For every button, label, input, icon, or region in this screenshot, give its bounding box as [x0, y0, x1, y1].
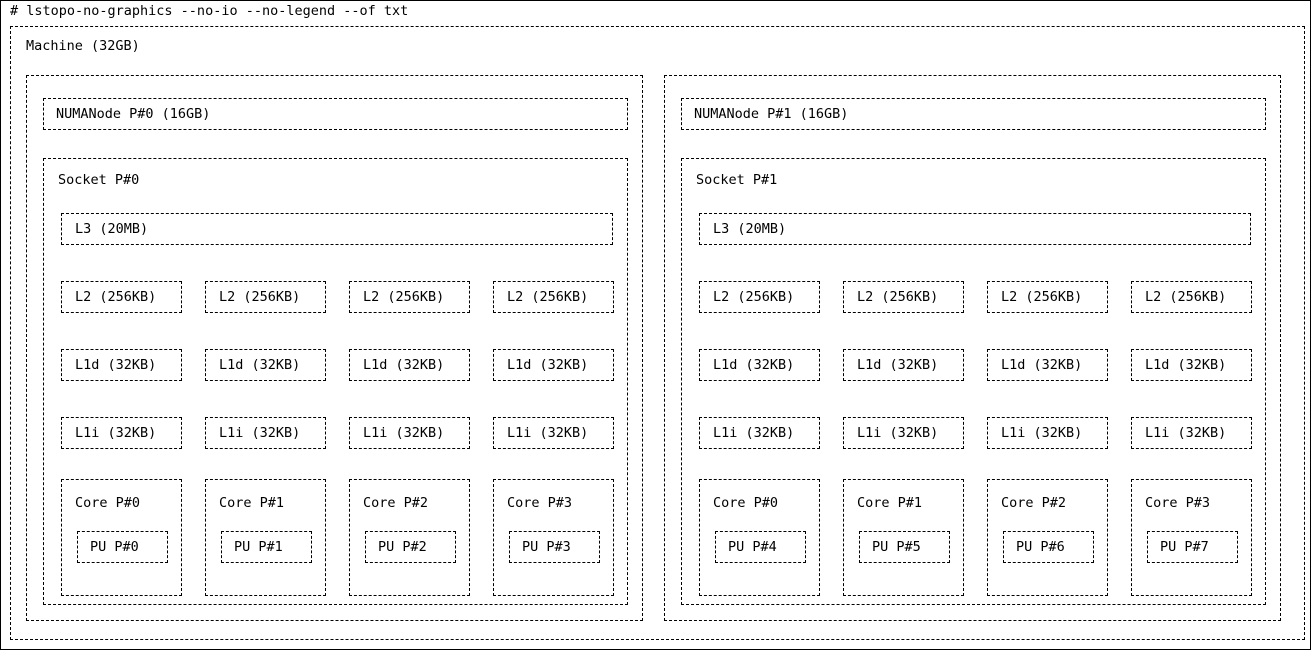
numanode-label-1: NUMANode P#1 (16GB) [694, 106, 849, 122]
numanode-label-0: NUMANode P#0 (16GB) [56, 106, 211, 122]
core-box-1-1: Core P#1 PU P#5 [843, 479, 964, 596]
l3-cache-label-0: L3 (20MB) [75, 221, 149, 237]
l2-cache-label-1-0: L2 (256KB) [713, 289, 795, 305]
pu-box-0-2: PU P#2 [365, 531, 456, 563]
l2-cache-label-0-3: L2 (256KB) [507, 289, 589, 305]
pu-box-0-3: PU P#3 [509, 531, 600, 563]
core-label-0-2: Core P#2 [363, 495, 429, 511]
machine-box: Machine (32GB) NUMANode P#0 (16GB) Socke… [10, 26, 1305, 640]
pu-label-0-2: PU P#2 [378, 539, 427, 555]
l1i-cache-box-0-3: L1i (32KB) [493, 417, 614, 449]
lstopo-topology-view: # lstopo-no-graphics --no-io --no-legend… [0, 0, 1311, 650]
core-label-1-3: Core P#3 [1145, 495, 1211, 511]
l1i-cache-box-1-2: L1i (32KB) [987, 417, 1108, 449]
l1i-cache-box-1-1: L1i (32KB) [843, 417, 964, 449]
l1d-cache-box-1-1: L1d (32KB) [843, 349, 964, 381]
l3-cache-box-0: L3 (20MB) [61, 213, 613, 245]
core-box-1-2: Core P#2 PU P#6 [987, 479, 1108, 596]
core-box-1-3: Core P#3 PU P#7 [1131, 479, 1252, 596]
pu-label-0-0: PU P#0 [90, 539, 139, 555]
l1d-cache-box-0-2: L1d (32KB) [349, 349, 470, 381]
l1d-cache-label-1-3: L1d (32KB) [1145, 357, 1227, 373]
numa-group-1: NUMANode P#1 (16GB) Socket P#1 L3 (20MB)… [664, 75, 1281, 621]
l1d-cache-box-0-1: L1d (32KB) [205, 349, 326, 381]
numa-group-0: NUMANode P#0 (16GB) Socket P#0 L3 (20MB)… [26, 75, 643, 621]
l2-cache-box-1-2: L2 (256KB) [987, 281, 1108, 313]
l1d-cache-box-0-3: L1d (32KB) [493, 349, 614, 381]
machine-label: Machine (32GB) [26, 38, 140, 54]
l1d-cache-label-1-0: L1d (32KB) [713, 357, 795, 373]
pu-label-0-1: PU P#1 [234, 539, 283, 555]
l1i-cache-label-1-2: L1i (32KB) [1001, 425, 1083, 441]
pu-box-0-0: PU P#0 [77, 531, 168, 563]
pu-box-0-1: PU P#1 [221, 531, 312, 563]
l2-cache-box-1-1: L2 (256KB) [843, 281, 964, 313]
l1i-cache-box-1-3: L1i (32KB) [1131, 417, 1252, 449]
l1i-cache-label-1-1: L1i (32KB) [857, 425, 939, 441]
core-box-0-1: Core P#1 PU P#1 [205, 479, 326, 596]
l2-cache-label-1-2: L2 (256KB) [1001, 289, 1083, 305]
l1i-cache-box-0-2: L1i (32KB) [349, 417, 470, 449]
core-box-0-0: Core P#0 PU P#0 [61, 479, 182, 596]
l1d-cache-label-0-3: L1d (32KB) [507, 357, 589, 373]
core-label-1-0: Core P#0 [713, 495, 779, 511]
l1i-cache-label-0-1: L1i (32KB) [219, 425, 301, 441]
pu-label-1-0: PU P#4 [728, 539, 777, 555]
l1d-cache-label-0-1: L1d (32KB) [219, 357, 301, 373]
l2-cache-box-0-2: L2 (256KB) [349, 281, 470, 313]
l1d-cache-label-1-2: L1d (32KB) [1001, 357, 1083, 373]
l1i-cache-label-1-0: L1i (32KB) [713, 425, 795, 441]
core-box-0-3: Core P#3 PU P#3 [493, 479, 614, 596]
l2-cache-label-1-3: L2 (256KB) [1145, 289, 1227, 305]
l1i-cache-label-0-2: L1i (32KB) [363, 425, 445, 441]
l1d-cache-label-0-2: L1d (32KB) [363, 357, 445, 373]
l3-cache-label-1: L3 (20MB) [713, 221, 787, 237]
pu-box-1-1: PU P#5 [859, 531, 950, 563]
core-label-0-3: Core P#3 [507, 495, 573, 511]
pu-label-0-3: PU P#3 [522, 539, 571, 555]
l2-cache-label-0-2: L2 (256KB) [363, 289, 445, 305]
l2-cache-box-1-0: L2 (256KB) [699, 281, 820, 313]
l2-cache-box-0-1: L2 (256KB) [205, 281, 326, 313]
socket-box-1: Socket P#1 L3 (20MB) L2 (256KB) L2 (256K… [681, 158, 1266, 605]
core-label-0-1: Core P#1 [219, 495, 285, 511]
socket-label-0: Socket P#0 [58, 172, 140, 188]
pu-box-1-3: PU P#7 [1147, 531, 1238, 563]
core-label-0-0: Core P#0 [75, 495, 141, 511]
l1i-cache-box-0-0: L1i (32KB) [61, 417, 182, 449]
l1d-cache-label-1-1: L1d (32KB) [857, 357, 939, 373]
l2-cache-label-0-0: L2 (256KB) [75, 289, 157, 305]
l1i-cache-label-0-3: L1i (32KB) [507, 425, 589, 441]
l1d-cache-box-1-0: L1d (32KB) [699, 349, 820, 381]
core-box-0-2: Core P#2 PU P#2 [349, 479, 470, 596]
pu-box-1-0: PU P#4 [715, 531, 806, 563]
core-label-1-1: Core P#1 [857, 495, 923, 511]
core-box-1-0: Core P#0 PU P#4 [699, 479, 820, 596]
l1d-cache-box-0-0: L1d (32KB) [61, 349, 182, 381]
command-line-text: # lstopo-no-graphics --no-io --no-legend… [10, 3, 409, 19]
l1i-cache-label-0-0: L1i (32KB) [75, 425, 157, 441]
l3-cache-box-1: L3 (20MB) [699, 213, 1251, 245]
numanode-box-1: NUMANode P#1 (16GB) [681, 98, 1266, 130]
l1i-cache-box-0-1: L1i (32KB) [205, 417, 326, 449]
l1i-cache-label-1-3: L1i (32KB) [1145, 425, 1227, 441]
pu-box-1-2: PU P#6 [1003, 531, 1094, 563]
l1d-cache-box-1-3: L1d (32KB) [1131, 349, 1252, 381]
socket-box-0: Socket P#0 L3 (20MB) L2 (256KB) L2 (256K… [43, 158, 628, 605]
l2-cache-box-1-3: L2 (256KB) [1131, 281, 1252, 313]
pu-label-1-3: PU P#7 [1160, 539, 1209, 555]
core-label-1-2: Core P#2 [1001, 495, 1067, 511]
numanode-box-0: NUMANode P#0 (16GB) [43, 98, 628, 130]
socket-label-1: Socket P#1 [696, 172, 778, 188]
pu-label-1-1: PU P#5 [872, 539, 921, 555]
l2-cache-label-0-1: L2 (256KB) [219, 289, 301, 305]
l2-cache-label-1-1: L2 (256KB) [857, 289, 939, 305]
l1d-cache-box-1-2: L1d (32KB) [987, 349, 1108, 381]
l1d-cache-label-0-0: L1d (32KB) [75, 357, 157, 373]
l2-cache-box-0-3: L2 (256KB) [493, 281, 614, 313]
pu-label-1-2: PU P#6 [1016, 539, 1065, 555]
l1i-cache-box-1-0: L1i (32KB) [699, 417, 820, 449]
l2-cache-box-0-0: L2 (256KB) [61, 281, 182, 313]
